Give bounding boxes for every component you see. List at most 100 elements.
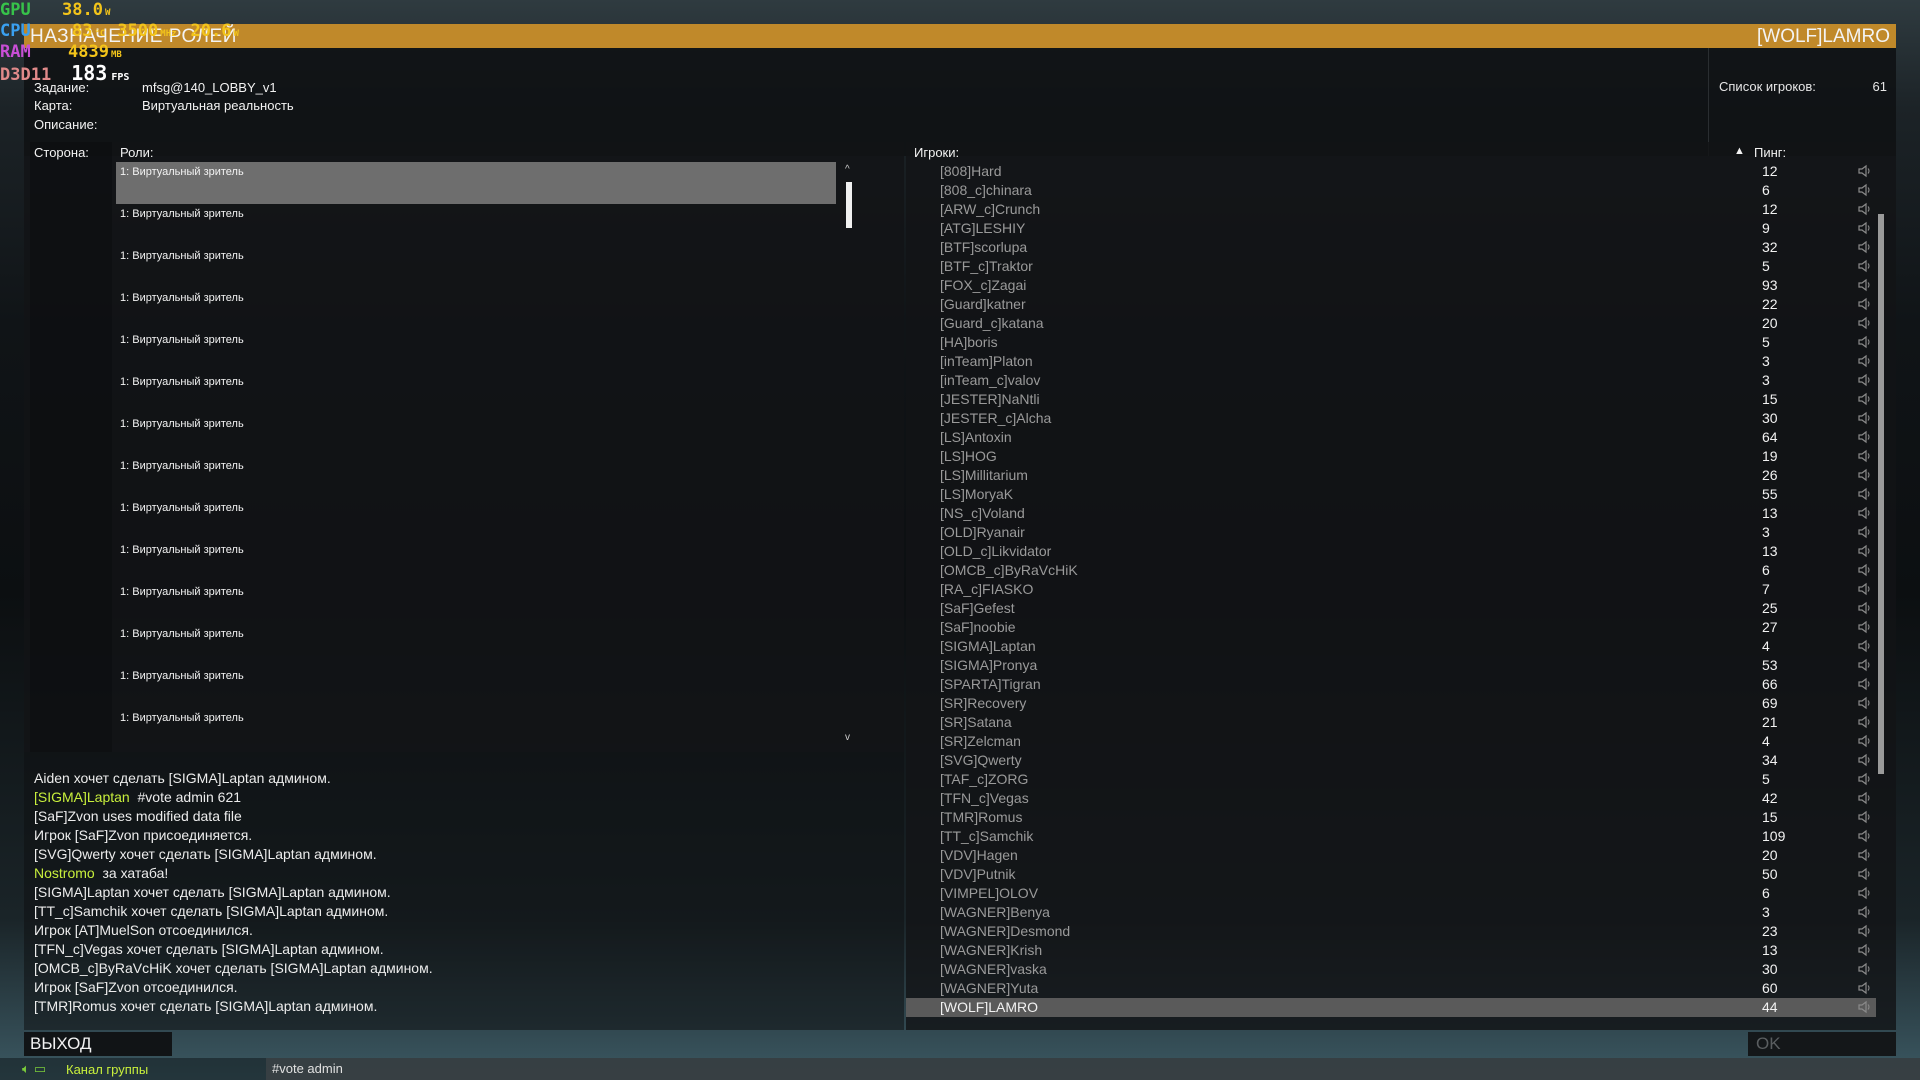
players-scroll-thumb[interactable] [1878,214,1884,774]
speaker-icon[interactable] [1858,297,1872,311]
speaker-icon[interactable] [1858,715,1872,729]
player-row[interactable]: [OLD_c]Likvidator 13 [906,542,1876,561]
player-row[interactable]: [WAGNER]Yuta 60 [906,979,1876,998]
speaker-icon[interactable] [1858,962,1872,976]
player-row[interactable]: [VDV]Putnik 50 [906,865,1876,884]
ok-button[interactable]: OK [1748,1032,1896,1056]
speaker-icon[interactable] [1858,240,1872,254]
role-item[interactable]: 1: Виртуальный зритель [116,582,836,624]
player-row[interactable]: [ARW_c]Crunch 12 [906,200,1876,219]
player-row[interactable]: [VDV]Hagen 20 [906,846,1876,865]
player-row[interactable]: [LS]MoryaK 55 [906,485,1876,504]
player-row[interactable]: [Guard_c]katana 20 [906,314,1876,333]
player-row[interactable]: [WOLF]LAMRO 44 [906,998,1876,1017]
role-item[interactable]: 1: Виртуальный зритель [116,162,836,204]
role-item[interactable]: 1: Виртуальный зритель [116,204,836,246]
roles-scrollbar[interactable]: ^ v [844,164,854,744]
role-item[interactable]: 1: Виртуальный зритель [116,372,836,414]
player-row[interactable]: [inTeam]Platon 3 [906,352,1876,371]
player-row[interactable]: [LS]HOG 19 [906,447,1876,466]
player-row[interactable]: [inTeam_c]valov 3 [906,371,1876,390]
speaker-icon[interactable] [1858,563,1872,577]
player-row[interactable]: [NS_c]Voland 13 [906,504,1876,523]
player-row[interactable]: [WAGNER]Krish 13 [906,941,1876,960]
speaker-icon[interactable] [1858,373,1872,387]
speaker-icon[interactable] [1858,449,1872,463]
player-row[interactable]: [TT_c]Samchik 109 [906,827,1876,846]
speaker-icon[interactable] [1858,791,1872,805]
player-row[interactable]: [HA]boris 5 [906,333,1876,352]
speaker-icon[interactable] [1858,943,1872,957]
speaker-icon[interactable] [1858,582,1872,596]
player-row[interactable]: [SR]Satana 21 [906,713,1876,732]
speaker-icon[interactable] [1858,981,1872,995]
speaker-icon[interactable] [1858,677,1872,691]
role-item[interactable]: 1: Виртуальный зритель [116,246,836,288]
player-row[interactable]: [VIMPEL]OLOV 6 [906,884,1876,903]
speaker-icon[interactable] [1858,506,1872,520]
player-row[interactable]: [TMR]Romus 15 [906,808,1876,827]
speaker-icon[interactable] [1858,772,1872,786]
speaker-icon[interactable] [1858,639,1872,653]
speaker-icon[interactable] [1858,848,1872,862]
sort-up-icon[interactable]: ▲ [1734,145,1745,157]
player-row[interactable]: [FOX_c]Zagai 93 [906,276,1876,295]
speaker-icon[interactable] [1858,411,1872,425]
speaker-icon[interactable] [1858,259,1872,273]
role-item[interactable]: 1: Виртуальный зритель [116,624,836,666]
player-row[interactable]: [WAGNER]Desmond 23 [906,922,1876,941]
scroll-up-icon[interactable]: ^ [845,164,850,175]
speaker-icon[interactable] [1858,468,1872,482]
roles-scroll-thumb[interactable] [846,182,852,228]
role-item[interactable]: 1: Виртуальный зритель [116,708,836,750]
player-row[interactable]: [LS]Millitarium 26 [906,466,1876,485]
player-row[interactable]: [SIGMA]Pronya 53 [906,656,1876,675]
role-item[interactable]: 1: Виртуальный зритель [116,330,836,372]
role-item[interactable]: 1: Виртуальный зритель [116,498,836,540]
player-row[interactable]: [Guard]katner 22 [906,295,1876,314]
role-item[interactable]: 1: Виртуальный зритель [116,666,836,708]
chat-input[interactable] [266,1058,1920,1080]
speaker-icon[interactable] [1858,620,1872,634]
speaker-icon[interactable] [1858,164,1872,178]
player-row[interactable]: [SR]Zelcman 4 [906,732,1876,751]
scroll-down-icon[interactable]: v [845,732,850,743]
player-row[interactable]: [RA_c]FIASKO 7 [906,580,1876,599]
player-row[interactable]: [808]Hard 12 [906,162,1876,181]
player-row[interactable]: [OMCB_c]ByRaVcHiK 6 [906,561,1876,580]
player-row[interactable]: [TFN_c]Vegas 42 [906,789,1876,808]
speaker-icon[interactable] [1858,354,1872,368]
speaker-icon[interactable] [1858,392,1872,406]
ping-header[interactable]: Пинг: [1754,145,1786,160]
player-row[interactable]: [LS]Antoxin 64 [906,428,1876,447]
speaker-icon[interactable] [1858,829,1872,843]
speaker-icon[interactable] [1858,487,1872,501]
speaker-icon[interactable] [1858,430,1872,444]
speaker-icon[interactable] [1858,658,1872,672]
speaker-icon[interactable] [1858,335,1872,349]
speaker-icon[interactable] [1858,905,1872,919]
player-row[interactable]: [SVG]Qwerty 34 [906,751,1876,770]
speaker-icon[interactable] [1858,924,1872,938]
speaker-icon[interactable] [1858,696,1872,710]
speaker-icon[interactable] [1858,316,1872,330]
speaker-icon[interactable] [1858,544,1872,558]
speaker-icon[interactable] [1858,601,1872,615]
role-item[interactable]: 1: Виртуальный зритель [116,288,836,330]
speaker-icon[interactable] [1858,1000,1872,1014]
player-row[interactable]: [SIGMA]Laptan 4 [906,637,1876,656]
player-row[interactable]: [JESTER_c]Alcha 30 [906,409,1876,428]
speaker-icon[interactable] [1858,202,1872,216]
player-row[interactable]: [WAGNER]vaska 30 [906,960,1876,979]
exit-button[interactable]: ВЫХОД [24,1032,172,1056]
speaker-icon[interactable] [1858,734,1872,748]
speaker-icon[interactable] [1858,886,1872,900]
roles-list[interactable]: 1: Виртуальный зритель 1: Виртуальный зр… [116,162,840,753]
speaker-icon[interactable] [1858,183,1872,197]
player-row[interactable]: [ATG]LESHIY 9 [906,219,1876,238]
player-row[interactable]: [SPARTA]Tigran 66 [906,675,1876,694]
player-row[interactable]: [TAF_c]ZORG 5 [906,770,1876,789]
player-row[interactable]: [808_c]chinara 6 [906,181,1876,200]
players-list[interactable]: [808]Hard 12 [808_c]chinara 6 [ARW_c]Crunch 1… [906,162,1876,1032]
role-item[interactable]: 1: Виртуальный зритель [116,456,836,498]
